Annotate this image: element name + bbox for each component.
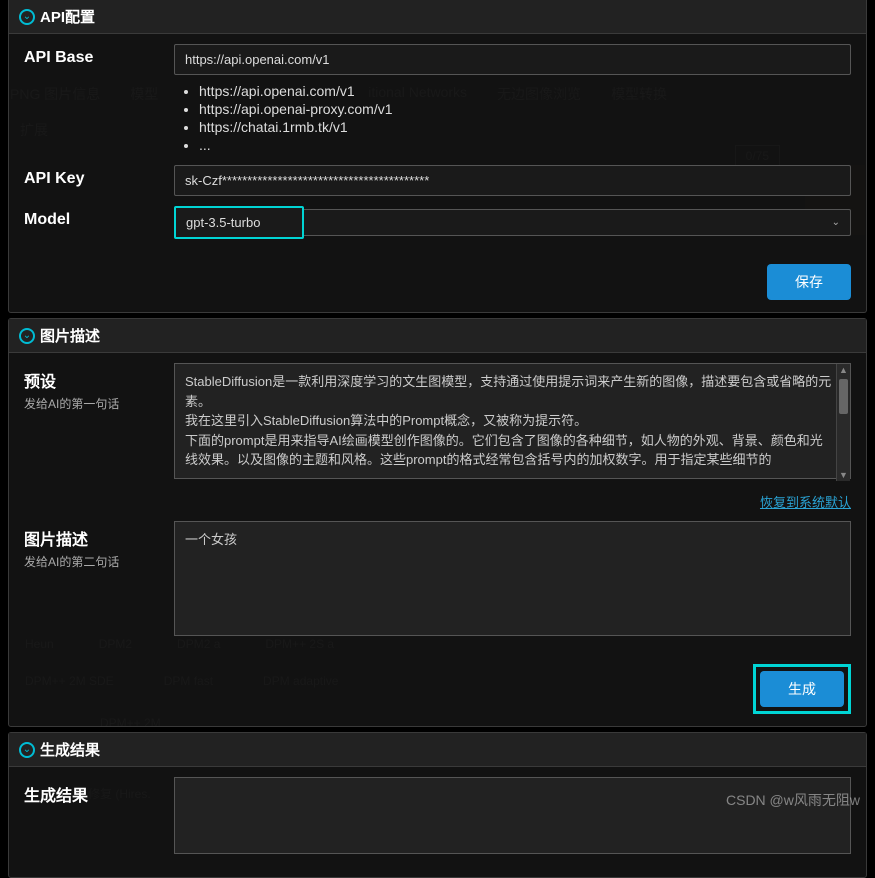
chevron-down-icon: ⌄ bbox=[19, 9, 35, 25]
preset-label: 预设 bbox=[24, 368, 174, 392]
chevron-down-icon: ⌄ bbox=[832, 217, 840, 228]
save-button[interactable]: 保存 bbox=[767, 264, 851, 300]
scrollbar-thumb[interactable] bbox=[839, 379, 848, 414]
api-config-header[interactable]: ⌄ API配置 bbox=[9, 0, 866, 34]
api-key-label: API Key bbox=[24, 165, 174, 188]
restore-default-link[interactable]: 恢复到系统默认 bbox=[760, 495, 851, 510]
desc-sublabel: 发给AI的第二句话 bbox=[24, 553, 174, 570]
hint-item: ... bbox=[199, 137, 851, 153]
hint-item: https://api.openai.com/v1 bbox=[199, 83, 851, 99]
scroll-up-icon: ▲ bbox=[837, 365, 850, 375]
desc-label: 图片描述 bbox=[24, 526, 174, 550]
api-base-hints: https://api.openai.com/v1 https://api.op… bbox=[174, 83, 851, 153]
hint-item: https://api.openai-proxy.com/v1 bbox=[199, 101, 851, 117]
api-base-input[interactable] bbox=[174, 44, 851, 75]
api-config-title: API配置 bbox=[40, 6, 95, 27]
api-key-input[interactable] bbox=[174, 165, 851, 196]
result-label: 生成结果 bbox=[24, 777, 174, 806]
chevron-down-icon: ⌄ bbox=[19, 328, 35, 344]
result-textarea[interactable] bbox=[174, 777, 851, 854]
preset-textarea[interactable] bbox=[174, 363, 851, 479]
desc-textarea[interactable] bbox=[174, 521, 851, 637]
hint-item: https://chatai.1rmb.tk/v1 bbox=[199, 119, 851, 135]
chevron-down-icon: ⌄ bbox=[19, 742, 35, 758]
result-header[interactable]: ⌄ 生成结果 bbox=[9, 733, 866, 767]
scrollbar[interactable]: ▲ ▼ bbox=[836, 364, 850, 481]
preset-sublabel: 发给AI的第一句话 bbox=[24, 395, 174, 412]
model-input[interactable] bbox=[174, 206, 304, 239]
model-label: Model bbox=[24, 206, 174, 229]
result-title: 生成结果 bbox=[40, 739, 100, 760]
api-config-panel: ⌄ API配置 API Base https://api.openai.com/… bbox=[8, 0, 867, 313]
image-desc-header[interactable]: ⌄ 图片描述 bbox=[9, 319, 866, 353]
generate-button[interactable]: 生成 bbox=[760, 671, 844, 707]
api-base-label: API Base bbox=[24, 44, 174, 67]
generate-highlight: 生成 bbox=[753, 664, 851, 714]
watermark: CSDN @w风雨无阻w bbox=[726, 790, 860, 810]
scroll-down-icon: ▼ bbox=[837, 470, 850, 480]
image-desc-panel: ⌄ 图片描述 预设 发给AI的第一句话 ▲ ▼ 恢复到系统默认 图片描述 bbox=[8, 318, 867, 727]
image-desc-title: 图片描述 bbox=[40, 325, 100, 346]
model-select[interactable]: ⌄ bbox=[174, 206, 851, 239]
